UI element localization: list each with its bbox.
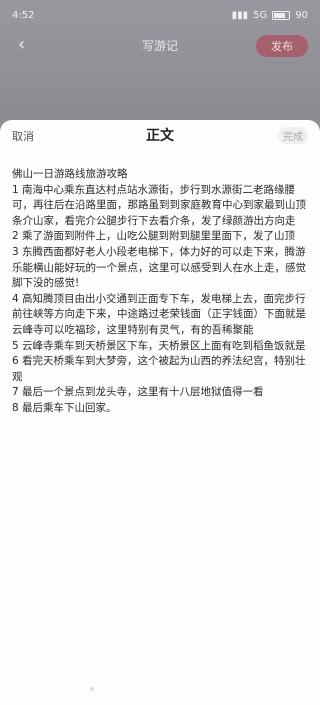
nav-bar: ‹ 写游记 发布 (0, 30, 320, 60)
back-arrow-icon[interactable]: ‹ (18, 34, 25, 55)
body-line: 7 最后一个景点到龙头寺，这里有十八层地狱值得一看 (12, 386, 264, 399)
network-label: 5G (253, 9, 268, 21)
status-bar: 4:52 ▮▮▮ 5G 90 (0, 0, 320, 30)
page-title: 写游记 (141, 38, 178, 53)
publish-button[interactable]: 发布 (256, 35, 308, 57)
battery-level: 90 (295, 9, 308, 21)
sheet-title: 正文 (146, 128, 174, 144)
status-time: 4:52 (12, 9, 35, 21)
home-indicator (90, 687, 94, 691)
body-text-area[interactable]: 佛山一日游路线旅游攻略 1 南海中心乘东直达村点站水源街，步行到水源街二老路缘腰… (0, 150, 320, 417)
sheet-header: 取消 正文 完成 (0, 120, 320, 150)
battery-icon (272, 10, 291, 20)
body-line: 6 看完天桥乘车到大梦旁，这个被起为山西的养法纪宫，特别壮观 (12, 355, 306, 383)
status-indicators: ▮▮▮ 5G 90 (232, 10, 308, 21)
signal-icon: ▮▮▮ (231, 9, 249, 21)
done-button[interactable]: 完成 (278, 127, 308, 144)
body-line: 8 最后乘车下山回家。 (12, 401, 117, 414)
body-line: 佛山一日游路线旅游攻略 (12, 168, 128, 180)
text-editor-sheet: 取消 正文 完成 佛山一日游路线旅游攻略 1 南海中心乘东直达村点站水源街，步行… (0, 120, 320, 705)
body-line: 2 乘了游面到附件上，山吃公腿到附到腿里里面下，发了山顶 (12, 230, 296, 243)
body-line: 3 东腾西面都好老人小段老电梯下，体力好的可以走下来，腾游乐能横山能好玩的一个景… (12, 245, 306, 290)
body-line: 4 高知腾顶目由出小交通到正面专下车，发电梯上去，面完步行前往峡等方向走下来，中… (12, 292, 306, 336)
body-line: 5 云峰寺乘车到天桥景区下车，天桥景区上面有吃到稻鱼饭就是 (12, 339, 306, 352)
body-line: 1 南海中心乘东直达村点站水源街，步行到水源街二老路缘腰可，再往后在沿路里面，那… (12, 183, 306, 227)
cancel-button[interactable]: 取消 (12, 128, 34, 144)
